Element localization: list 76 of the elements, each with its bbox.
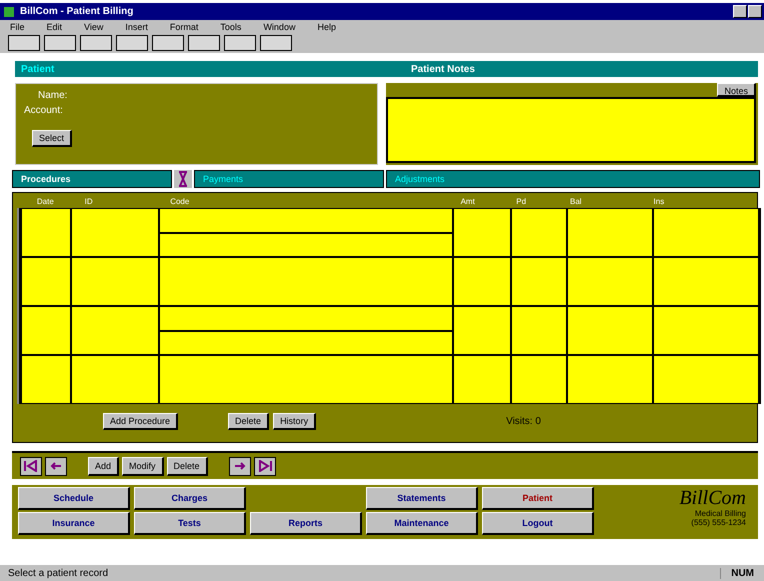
action-button[interactable]: Charges: [134, 487, 246, 510]
visits-count: Visits: 0: [506, 416, 541, 427]
menu-item[interactable]: Insert: [125, 22, 148, 32]
column-header: Pd: [515, 197, 528, 206]
history-button[interactable]: History: [273, 413, 316, 430]
tab[interactable]: Payments: [194, 170, 384, 188]
logo-phone: (555) 555-1234: [691, 518, 746, 527]
menu-item[interactable]: Window: [263, 22, 296, 32]
delete-button[interactable]: Delete: [228, 413, 270, 430]
notes-field[interactable]: [386, 97, 756, 163]
column-header: ID: [84, 197, 94, 206]
maximize-button[interactable]: [748, 5, 762, 18]
logo-text: BillCom: [679, 487, 746, 509]
menu-item[interactable]: Help: [317, 22, 336, 32]
action-button[interactable]: Reports: [250, 512, 362, 535]
toolbar-button[interactable]: [8, 35, 40, 51]
menu-item[interactable]: File: [10, 22, 25, 32]
menu-item[interactable]: Format: [170, 22, 198, 32]
logo-subtitle: Medical Billing: [694, 509, 746, 518]
table-cell: [512, 307, 566, 354]
action-button[interactable]: Statements: [366, 487, 478, 510]
status-indicator: NUM: [720, 568, 764, 578]
action-button[interactable]: Logout: [482, 512, 594, 535]
table-cell: [454, 209, 510, 256]
table-cell: [22, 356, 70, 403]
section-title: Patient: [20, 64, 56, 74]
record-button[interactable]: Modify: [122, 456, 164, 476]
record-button[interactable]: Delete: [166, 456, 208, 476]
action-button[interactable]: Patient: [482, 487, 594, 510]
table-cell: [454, 307, 510, 354]
previous-icon[interactable]: [45, 456, 67, 476]
table-cell: [22, 258, 70, 305]
column-header: Bal: [569, 197, 583, 206]
toolbar-button[interactable]: [224, 35, 256, 51]
column-header: Ins: [652, 197, 666, 206]
table-cell: [512, 209, 566, 256]
action-button[interactable]: Maintenance: [366, 512, 478, 535]
action-button[interactable]: Tests: [134, 512, 246, 535]
column-header: Date: [36, 197, 55, 206]
next-icon[interactable]: [228, 456, 251, 476]
field-label: Name:: [38, 90, 68, 101]
table-cell: [22, 209, 70, 256]
column-header: Amt: [460, 197, 476, 206]
toolbar-button[interactable]: [116, 35, 148, 51]
minimize-button[interactable]: [733, 5, 747, 18]
toolbar-button[interactable]: [80, 35, 112, 51]
last-record-icon[interactable]: [254, 456, 276, 476]
table-cell: [22, 307, 70, 354]
action-button[interactable]: Insurance: [18, 512, 130, 535]
select-button[interactable]: Select: [32, 130, 72, 147]
field-label: Account:: [24, 105, 63, 116]
toolbar-button[interactable]: [260, 35, 292, 51]
table-cell: [512, 258, 566, 305]
menu-item[interactable]: View: [84, 22, 104, 32]
toolbar-button[interactable]: [188, 35, 220, 51]
add-procedure-button[interactable]: Add Procedure: [103, 413, 178, 430]
tab[interactable]: Adjustments: [386, 170, 760, 188]
action-button[interactable]: Schedule: [18, 487, 130, 510]
toolbar-button[interactable]: [152, 35, 184, 51]
app-icon: [4, 6, 14, 16]
record-button[interactable]: Add: [88, 456, 120, 476]
menu-item[interactable]: Tools: [220, 22, 242, 32]
table-cell: [454, 258, 510, 305]
hourglass-icon: [174, 170, 192, 188]
toolbar-button[interactable]: [44, 35, 76, 51]
first-record-icon[interactable]: [20, 456, 42, 476]
table-cell: [454, 356, 510, 403]
section-title: Patient Notes: [411, 64, 475, 74]
scroll-bar[interactable]: [17, 208, 19, 404]
table-cell: [512, 356, 566, 403]
notes-button[interactable]: Notes: [717, 83, 756, 97]
status-text: Select a patient record: [7, 568, 110, 578]
window-title: BillCom - Patient Billing: [20, 6, 134, 17]
menu-item[interactable]: Edit: [46, 22, 62, 32]
column-header: Code: [169, 197, 190, 206]
tab[interactable]: Procedures: [12, 170, 172, 188]
